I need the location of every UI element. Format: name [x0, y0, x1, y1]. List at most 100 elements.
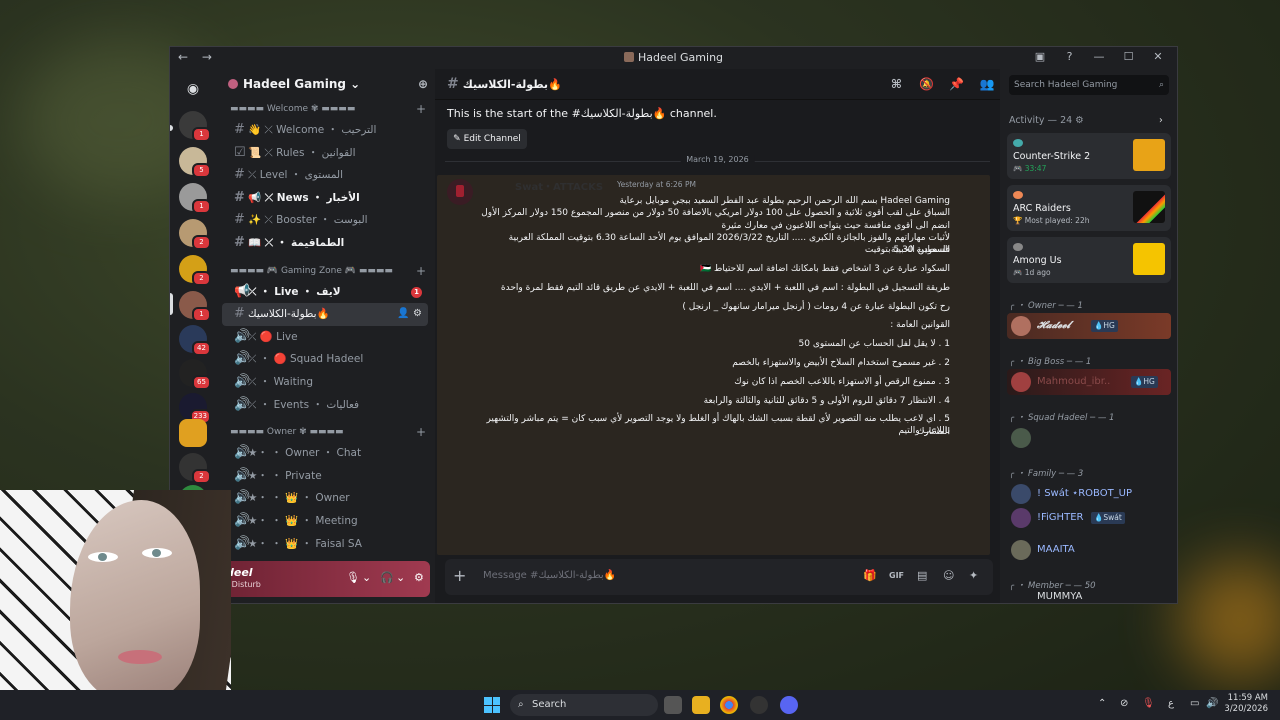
- server-icon[interactable]: 65: [179, 359, 211, 390]
- category-owner[interactable]: ▬▬▬▬ Owner ✾ ▬▬▬▬ +: [216, 422, 434, 442]
- category-gaming-zone[interactable]: ▬▬▬▬ 🎮 Gaming Zone 🎮 ▬▬▬▬ +: [216, 261, 434, 281]
- file-explorer-icon[interactable]: [692, 696, 710, 714]
- chevron-right-icon[interactable]: ›: [1159, 115, 1163, 126]
- discord-taskbar-icon[interactable]: [780, 696, 798, 714]
- member-row[interactable]: MAAITA: [1007, 537, 1171, 563]
- apps-icon[interactable]: ✦: [969, 569, 978, 582]
- member-tag: 💧HG: [1091, 320, 1118, 332]
- server-icon[interactable]: 5: [179, 147, 211, 178]
- search-input[interactable]: Search Hadeel Gaming ⌕: [1009, 75, 1169, 95]
- headphones-icon[interactable]: 🎧: [380, 571, 394, 584]
- threads-icon[interactable]: ⌘: [883, 69, 909, 99]
- server-icon-hadeel-gaming[interactable]: 1: [179, 291, 211, 322]
- member-row[interactable]: 𝓗𝓪𝓭𝓮𝓮𝓵 💧HG: [1007, 313, 1171, 339]
- maximize-button[interactable]: ☐: [1116, 50, 1142, 63]
- add-channel-icon[interactable]: +: [416, 99, 426, 119]
- chrome-icon[interactable]: [720, 696, 738, 714]
- eye: [88, 552, 118, 562]
- network-off-icon[interactable]: ⊘: [1120, 698, 1128, 709]
- task-view-icon[interactable]: [664, 696, 682, 714]
- activity-header[interactable]: Activity — 24 ⚙ ›: [1009, 115, 1163, 126]
- channel-live-announcements[interactable]: 📢⤫ ・ Live ・ لايف 1: [222, 281, 428, 304]
- member-row[interactable]: !FiGHTER 💧Swát: [1007, 505, 1171, 531]
- invite-icon[interactable]: 👤: [397, 308, 409, 319]
- voice-channel-waiting[interactable]: 🔊⤫ ・ Waiting: [222, 371, 428, 394]
- activity-card[interactable]: ARC Raiders 🏆 Most played: 22h: [1007, 185, 1171, 231]
- server-icon[interactable]: [179, 419, 207, 447]
- add-channel-icon[interactable]: +: [416, 261, 426, 281]
- edit-channel-button[interactable]: ✎ Edit Channel: [447, 129, 527, 149]
- chevron-up-icon[interactable]: ⌃: [1098, 698, 1106, 709]
- help-icon[interactable]: ?: [1057, 50, 1083, 63]
- emoji-icon[interactable]: ☺: [943, 569, 954, 582]
- message-composer[interactable]: + Message #بطولة-الكلاسيك🔥 🎁 GIF ▤ ☺ ✦: [445, 559, 993, 595]
- member-row[interactable]: Mahmoud_ibr.. 💧HG: [1007, 369, 1171, 395]
- sticker-icon[interactable]: ▤: [917, 569, 927, 582]
- user-settings-gear-icon[interactable]: ⚙: [414, 571, 424, 584]
- channel-info[interactable]: # 📖 ⤫ ・ الطماقيمة: [222, 232, 428, 255]
- member-row[interactable]: MUMMYA: [1007, 591, 1171, 603]
- voice-channel-faisal[interactable]: 🔊★・ ・ 👑 ・ Faisal SA: [222, 533, 428, 556]
- channel-classic-tournament[interactable]: # بطولة-الكلاسيك🔥 👤 ⚙: [222, 303, 428, 326]
- server-icon[interactable]: 233: [179, 393, 211, 424]
- clock[interactable]: 11:59 AM 3/20/2026: [1224, 693, 1268, 715]
- gif-icon[interactable]: GIF: [889, 571, 904, 580]
- text-channel-icon: #: [234, 306, 245, 322]
- voice-channel-live[interactable]: 🔊⤫ 🔴 Live: [222, 326, 428, 349]
- attach-plus-icon[interactable]: +: [453, 566, 466, 585]
- category-welcome[interactable]: ▬▬▬▬ Welcome ✾ ▬▬▬▬ +: [216, 99, 434, 119]
- taskbar-search[interactable]: ⌕ Search: [510, 694, 658, 716]
- pin-icon[interactable]: 📌: [944, 69, 970, 99]
- author-avatar[interactable]: [447, 179, 473, 205]
- voice-channel-squad-hadeel[interactable]: 🔊⤫ ・ 🔴 Squad Hadeel: [222, 348, 428, 371]
- voice-channel-private[interactable]: 🔊★・ ・ Private: [222, 465, 428, 488]
- server-icon[interactable]: 2: [179, 219, 211, 250]
- add-channel-icon[interactable]: +: [416, 422, 426, 442]
- display-icon[interactable]: ▭: [1190, 698, 1199, 709]
- close-button[interactable]: ✕: [1145, 50, 1171, 63]
- language-indicator[interactable]: ع: [1168, 698, 1174, 709]
- member-row[interactable]: [1007, 425, 1171, 451]
- channel-level[interactable]: # ⤫ Level ・ المستوى: [222, 164, 428, 187]
- channel-intro: This is the start of the #بطولة-الكلاسيك…: [447, 107, 717, 120]
- discord-home-icon[interactable]: ◉: [179, 75, 207, 103]
- add-member-icon[interactable]: ⊕: [418, 69, 428, 99]
- activity-card[interactable]: Counter-Strike 2 🎮 33:47: [1007, 133, 1171, 179]
- settings-gear-icon[interactable]: ⚙: [413, 308, 422, 319]
- microphone-icon[interactable]: 🎙: [1142, 698, 1155, 709]
- channel-welcome[interactable]: # 👋 ⤫ Welcome ・ الترحيب: [222, 119, 428, 142]
- unread-pill: [170, 125, 173, 131]
- message-input[interactable]: Message #بطولة-الكلاسيك🔥: [483, 570, 616, 581]
- channel-news[interactable]: # 📢 ⤫ News ・ الأخبار: [222, 187, 428, 210]
- voice-channel-meeting[interactable]: 🔊★・ ・ 👑 ・ Meeting: [222, 510, 428, 533]
- chevron-down-icon[interactable]: ⌄: [362, 571, 371, 584]
- voice-channel-owner[interactable]: 🔊★・ ・ 👑 ・ Owner: [222, 487, 428, 510]
- message-author[interactable]: Swat・ATTACKS: [515, 178, 603, 193]
- channel-booster[interactable]: # ✨ ⤫ Booster ・ البوست: [222, 209, 428, 232]
- mention-badge: 2: [192, 271, 211, 286]
- channel-rules[interactable]: ☑ 📜 ⤫ Rules ・ القوانين: [222, 142, 428, 165]
- activity-card[interactable]: Among Us 🎮 1d ago: [1007, 237, 1171, 283]
- obs-icon[interactable]: [750, 696, 768, 714]
- volume-icon[interactable]: 🔊: [1206, 698, 1218, 709]
- chevron-down-icon[interactable]: ⌄: [396, 571, 405, 584]
- message[interactable]: Swat・ATTACKS Yesterday at 6:26 PM Hadeel…: [437, 175, 990, 555]
- server-icon[interactable]: 1: [179, 183, 211, 214]
- microphone-icon[interactable]: 🎙: [346, 571, 360, 584]
- server-header[interactable]: Hadeel Gaming ⌄ ⊕: [216, 69, 434, 99]
- user-panel[interactable]: deel t Disturb 🎙 ⌄ 🎧 ⌄ ⚙: [216, 561, 430, 597]
- channel-label: ✨ ⤫ Booster ・ البوست: [248, 214, 368, 227]
- server-icon[interactable]: 2: [179, 255, 211, 286]
- member-row[interactable]: ! Swát ⋆ROBOT_UP: [1007, 481, 1171, 507]
- member-list-icon[interactable]: 👥: [974, 69, 1000, 99]
- server-icon[interactable]: 2: [179, 453, 211, 484]
- server-icon[interactable]: 42: [179, 325, 211, 356]
- gift-icon[interactable]: 🎁: [863, 569, 877, 582]
- minimize-button[interactable]: —: [1086, 50, 1112, 63]
- mute-bell-icon[interactable]: 🔕: [914, 69, 940, 99]
- voice-channel-owner-chat[interactable]: 🔊★・ ・ Owner ・ Chat: [222, 442, 428, 465]
- voice-channel-events[interactable]: 🔊⤫ ・ Events ・ فعاليات: [222, 394, 428, 417]
- server-icon[interactable]: 1: [179, 111, 211, 142]
- inbox-icon[interactable]: ▣: [1027, 50, 1053, 63]
- windows-start-icon[interactable]: [484, 697, 500, 713]
